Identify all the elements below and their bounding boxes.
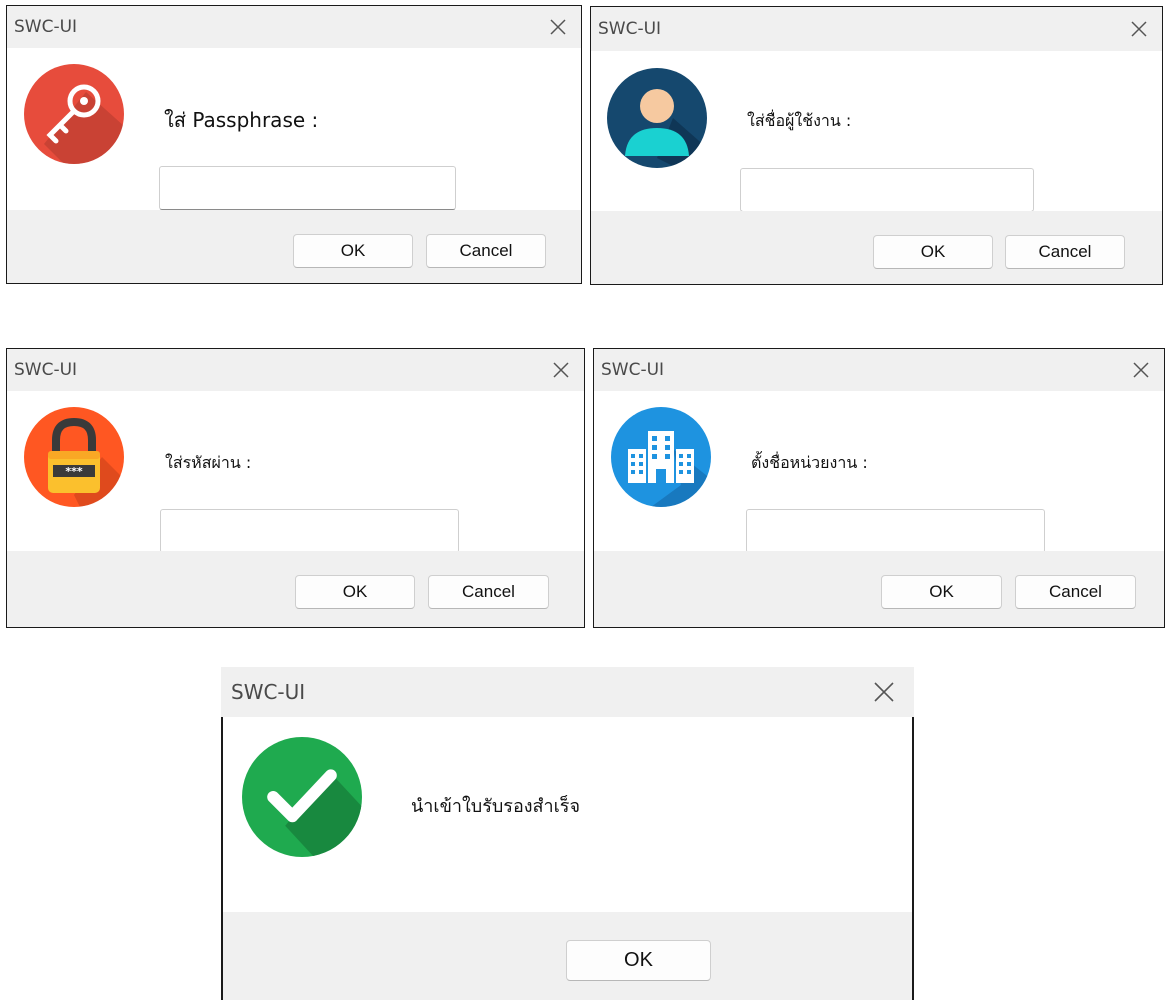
prompt-label: ใส่ Passphrase : [164, 108, 319, 132]
dialog-title: SWC-UI [598, 19, 662, 39]
right-border [912, 717, 914, 1000]
organization-input[interactable] [746, 509, 1045, 553]
close-icon [1133, 362, 1149, 378]
padlock-icon: *** [24, 407, 124, 507]
user-icon [607, 68, 707, 168]
cancel-button[interactable]: Cancel [1005, 235, 1125, 269]
dialog-footer: OK Cancel [594, 551, 1164, 627]
dialog-footer: OK Cancel [7, 210, 581, 283]
dialog-titlebar[interactable]: SWC-UI [7, 6, 581, 48]
passphrase-input[interactable] [159, 166, 456, 210]
dialog-titlebar[interactable]: SWC-UI [221, 667, 914, 717]
close-icon [553, 362, 569, 378]
ok-button[interactable]: OK [881, 575, 1002, 609]
dialog-body: ตั้งชื่อหน่วยงาน : [594, 391, 1164, 553]
passphrase-dialog: SWC-UI ใส่ Passphrase : OK Cancel [6, 5, 582, 284]
success-message: นำเข้าใบรับรองสำเร็จ [411, 796, 581, 817]
close-icon [1131, 21, 1147, 37]
left-border [221, 717, 223, 1000]
close-button[interactable] [1116, 7, 1162, 51]
dialog-title: SWC-UI [601, 360, 665, 380]
username-input[interactable] [740, 168, 1034, 212]
key-icon [24, 64, 124, 164]
close-button[interactable] [538, 349, 584, 391]
dialog-titlebar[interactable]: SWC-UI [7, 349, 584, 391]
svg-text:***: *** [65, 465, 83, 478]
dialog-title: SWC-UI [231, 680, 306, 704]
dialog-body: *** ใส่รหัสผ่าน : [7, 391, 584, 553]
dialog-footer: OK Cancel [7, 551, 584, 627]
close-button[interactable] [535, 6, 581, 48]
close-icon [550, 19, 566, 35]
dialog-footer: OK [221, 912, 914, 1000]
dialog-titlebar[interactable]: SWC-UI [594, 349, 1164, 391]
cancel-button[interactable]: Cancel [426, 234, 546, 268]
dialog-title: SWC-UI [14, 360, 78, 380]
checkmark-icon [242, 737, 362, 857]
close-button[interactable] [854, 667, 914, 717]
close-button[interactable] [1118, 349, 1164, 391]
prompt-label: ใส่รหัสผ่าน : [165, 453, 252, 472]
ok-button[interactable]: OK [295, 575, 415, 609]
dialog-body: นำเข้าใบรับรองสำเร็จ [223, 717, 905, 912]
close-icon [874, 682, 894, 702]
password-input[interactable] [160, 509, 459, 553]
cancel-button[interactable]: Cancel [1015, 575, 1136, 609]
dialog-title: SWC-UI [14, 17, 78, 37]
dialog-body: ใส่ Passphrase : [7, 48, 581, 210]
password-dialog: SWC-UI *** ใส่รหัสผ่าน : OK Cancel [6, 348, 585, 628]
success-dialog: SWC-UI นำเข้าใบรับรองสำเร็จ OK [221, 667, 914, 1000]
dialog-footer: OK Cancel [591, 211, 1162, 284]
username-dialog: SWC-UI ใส่ชื่อผู้ใช้งาน : OK Cancel [590, 6, 1163, 285]
dialog-titlebar[interactable]: SWC-UI [591, 7, 1162, 51]
ok-button[interactable]: OK [293, 234, 413, 268]
ok-button[interactable]: OK [873, 235, 993, 269]
ok-button[interactable]: OK [566, 940, 711, 981]
building-icon [611, 407, 711, 507]
prompt-label: ใส่ชื่อผู้ใช้งาน : [747, 111, 852, 130]
prompt-label: ตั้งชื่อหน่วยงาน : [751, 453, 868, 472]
organization-dialog: SWC-UI ตั้งชื่อหน่วยงาน: OK Cancel [593, 348, 1165, 628]
dialog-body: ใส่ชื่อผู้ใช้งาน : [591, 51, 1162, 212]
cancel-button[interactable]: Cancel [428, 575, 549, 609]
